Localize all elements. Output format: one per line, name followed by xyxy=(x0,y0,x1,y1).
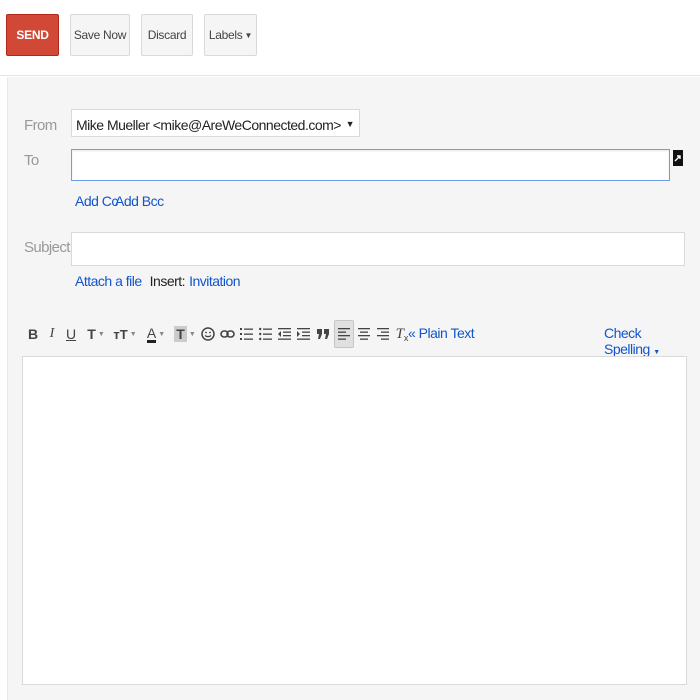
format-toolbar: B I U T ▼ тT ▼ A ▼ T ▼ T x « Plain Text … xyxy=(22,320,682,357)
emoji-icon[interactable] xyxy=(200,320,216,348)
highlight-button[interactable]: T ▼ xyxy=(172,320,198,348)
from-label: From xyxy=(24,117,57,134)
underline-button[interactable]: U xyxy=(64,320,78,348)
underline-label: U xyxy=(65,326,77,342)
message-body[interactable] xyxy=(22,356,687,685)
labels-button[interactable]: Labels ▼ xyxy=(204,14,257,56)
compose-toolbar: SEND Save Now Discard Labels ▼ xyxy=(0,0,700,76)
add-bcc-link[interactable]: Add Bcc xyxy=(115,193,164,209)
bulleted-list-icon[interactable] xyxy=(258,320,272,348)
remove-formatting-icon[interactable]: Tx xyxy=(395,320,409,348)
link-icon[interactable] xyxy=(219,320,235,348)
send-button[interactable]: SEND xyxy=(6,14,59,56)
subject-label: Subject xyxy=(24,239,70,256)
italic-label: I xyxy=(49,326,55,341)
discard-button[interactable]: Discard xyxy=(141,14,193,56)
attach-file-link[interactable]: Attach a file xyxy=(75,273,142,289)
save-now-button[interactable]: Save Now xyxy=(70,14,130,56)
align-right-icon[interactable] xyxy=(376,320,390,348)
chevron-down-icon: ▼ xyxy=(244,30,253,40)
save-now-label: Save Now xyxy=(73,28,127,42)
add-cc-link[interactable]: Add Cc xyxy=(75,193,118,209)
subject-field[interactable] xyxy=(71,232,685,266)
align-left-icon[interactable] xyxy=(334,320,354,348)
dropdown-arrow-icon: ▼ xyxy=(345,119,355,129)
highlight-label: T xyxy=(174,326,187,342)
indent-more-icon[interactable] xyxy=(296,320,310,348)
text-color-button[interactable]: A ▼ xyxy=(144,320,168,348)
font-size-button[interactable]: тT ▼ xyxy=(112,320,138,348)
from-value: Mike Mueller <mike@AreWeConnected.com> xyxy=(76,117,341,133)
labels-label: Labels xyxy=(208,28,243,42)
italic-button[interactable]: I xyxy=(45,320,59,348)
popout-icon[interactable] xyxy=(673,150,683,166)
quote-icon[interactable] xyxy=(316,320,330,348)
to-label: To xyxy=(24,152,39,169)
invitation-link[interactable]: Invitation xyxy=(189,273,241,289)
compose-form: From Mike Mueller <mike@AreWeConnected.c… xyxy=(7,77,700,700)
insert-label: Insert: xyxy=(149,273,186,289)
attach-row: Attach a file Insert: Invitation xyxy=(75,273,241,289)
font-button[interactable]: T ▼ xyxy=(84,320,108,348)
to-field[interactable] xyxy=(71,149,670,181)
check-spelling-label: Check Spelling xyxy=(604,325,650,357)
bold-button[interactable]: B xyxy=(26,320,40,348)
font-label: T xyxy=(87,326,96,342)
numbered-list-icon[interactable] xyxy=(239,320,253,348)
font-size-label: тT xyxy=(113,326,128,342)
from-select[interactable]: Mike Mueller <mike@AreWeConnected.com> ▼ xyxy=(71,109,360,137)
remove-formatting-label: T xyxy=(395,325,404,342)
text-color-label: A xyxy=(146,324,157,343)
bold-label: B xyxy=(27,326,39,342)
check-spelling-button[interactable]: Check Spelling ▼ xyxy=(604,325,682,357)
align-center-icon[interactable] xyxy=(357,320,371,348)
send-label: SEND xyxy=(16,28,49,42)
discard-label: Discard xyxy=(147,28,187,42)
indent-less-icon[interactable] xyxy=(277,320,291,348)
plain-text-link[interactable]: « Plain Text xyxy=(408,325,475,341)
